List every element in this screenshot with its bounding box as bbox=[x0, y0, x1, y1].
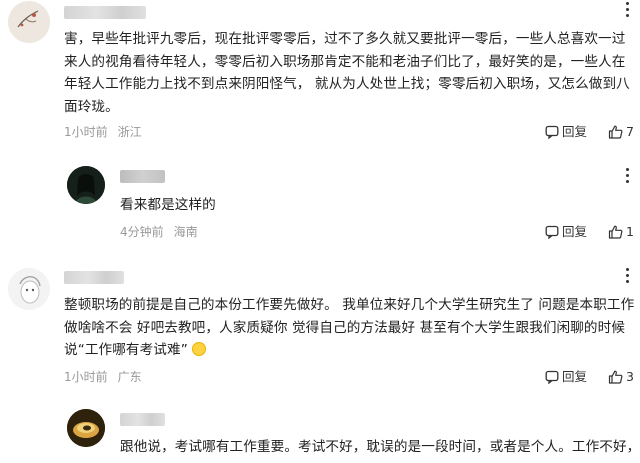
more-icon[interactable] bbox=[626, 168, 630, 184]
avatar[interactable] bbox=[8, 268, 50, 310]
comment-text: 整顿职场的前提是自己的本份工作要先做好。 我单位来好几个大学生研究生了 问题是本… bbox=[64, 294, 636, 362]
avatar[interactable] bbox=[8, 1, 50, 43]
thumbs-up-icon bbox=[608, 125, 623, 139]
thumbs-up-icon bbox=[608, 225, 623, 239]
avatar[interactable] bbox=[67, 409, 105, 447]
like-count: 1 bbox=[626, 224, 634, 239]
reply-label: 回复 bbox=[562, 369, 588, 384]
reply-meta: 4分钟前 海南 bbox=[120, 223, 208, 241]
username-blurred[interactable] bbox=[120, 170, 165, 183]
comment-bubble-icon bbox=[545, 225, 559, 239]
like-button[interactable]: 1 bbox=[608, 223, 634, 241]
comment-bubble-icon bbox=[545, 370, 559, 384]
reply-button[interactable]: 回复 bbox=[545, 123, 587, 141]
comment-location: 广东 bbox=[117, 370, 142, 384]
like-button[interactable]: 3 bbox=[608, 368, 634, 386]
comment-location: 浙江 bbox=[117, 125, 142, 139]
reply-button[interactable]: 回复 bbox=[545, 223, 587, 241]
comment-text-body: 整顿职场的前提是自己的本份工作要先做好。 我单位来好几个大学生研究生了 问题是本… bbox=[64, 297, 635, 358]
reply-label: 回复 bbox=[562, 124, 588, 139]
like-button[interactable]: 7 bbox=[608, 123, 634, 141]
reply-time: 4分钟前 bbox=[120, 225, 164, 239]
comment-time: 1小时前 bbox=[64, 125, 108, 139]
reply-location: 海南 bbox=[173, 225, 198, 239]
comment-time: 1小时前 bbox=[64, 370, 108, 384]
username-blurred[interactable] bbox=[64, 6, 146, 19]
like-count: 7 bbox=[626, 124, 634, 139]
more-icon[interactable] bbox=[626, 2, 630, 18]
reply-label: 回复 bbox=[562, 224, 588, 239]
reply-text: 跟他说，考试哪有工作重要。考试不好，耽误的是一段时间，或者是个人。工作不好， bbox=[120, 436, 640, 459]
reply-text-body: 跟他说，考试哪有工作重要。考试不好，耽误的是一段时间，或者是个人。工作不好， bbox=[120, 439, 640, 455]
more-icon[interactable] bbox=[626, 268, 630, 284]
comment-meta: 1小时前 浙江 bbox=[64, 123, 152, 141]
comment-text: 害，早些年批评九零后，现在批评零零后，过不了多久就又要批评一零后，一些人总喜欢一… bbox=[64, 31, 630, 115]
username-blurred[interactable] bbox=[120, 413, 165, 426]
reply-button[interactable]: 回复 bbox=[545, 368, 587, 386]
reply-text: 看来都是这样的 bbox=[120, 197, 216, 213]
thumbs-up-icon bbox=[608, 370, 623, 384]
comment-bubble-icon bbox=[545, 125, 559, 139]
comment-meta: 1小时前 广东 bbox=[64, 368, 152, 386]
like-count: 3 bbox=[626, 369, 634, 384]
avatar[interactable] bbox=[67, 166, 105, 204]
username-blurred[interactable] bbox=[64, 271, 124, 284]
sweat-smile-emoji-icon bbox=[192, 342, 207, 356]
